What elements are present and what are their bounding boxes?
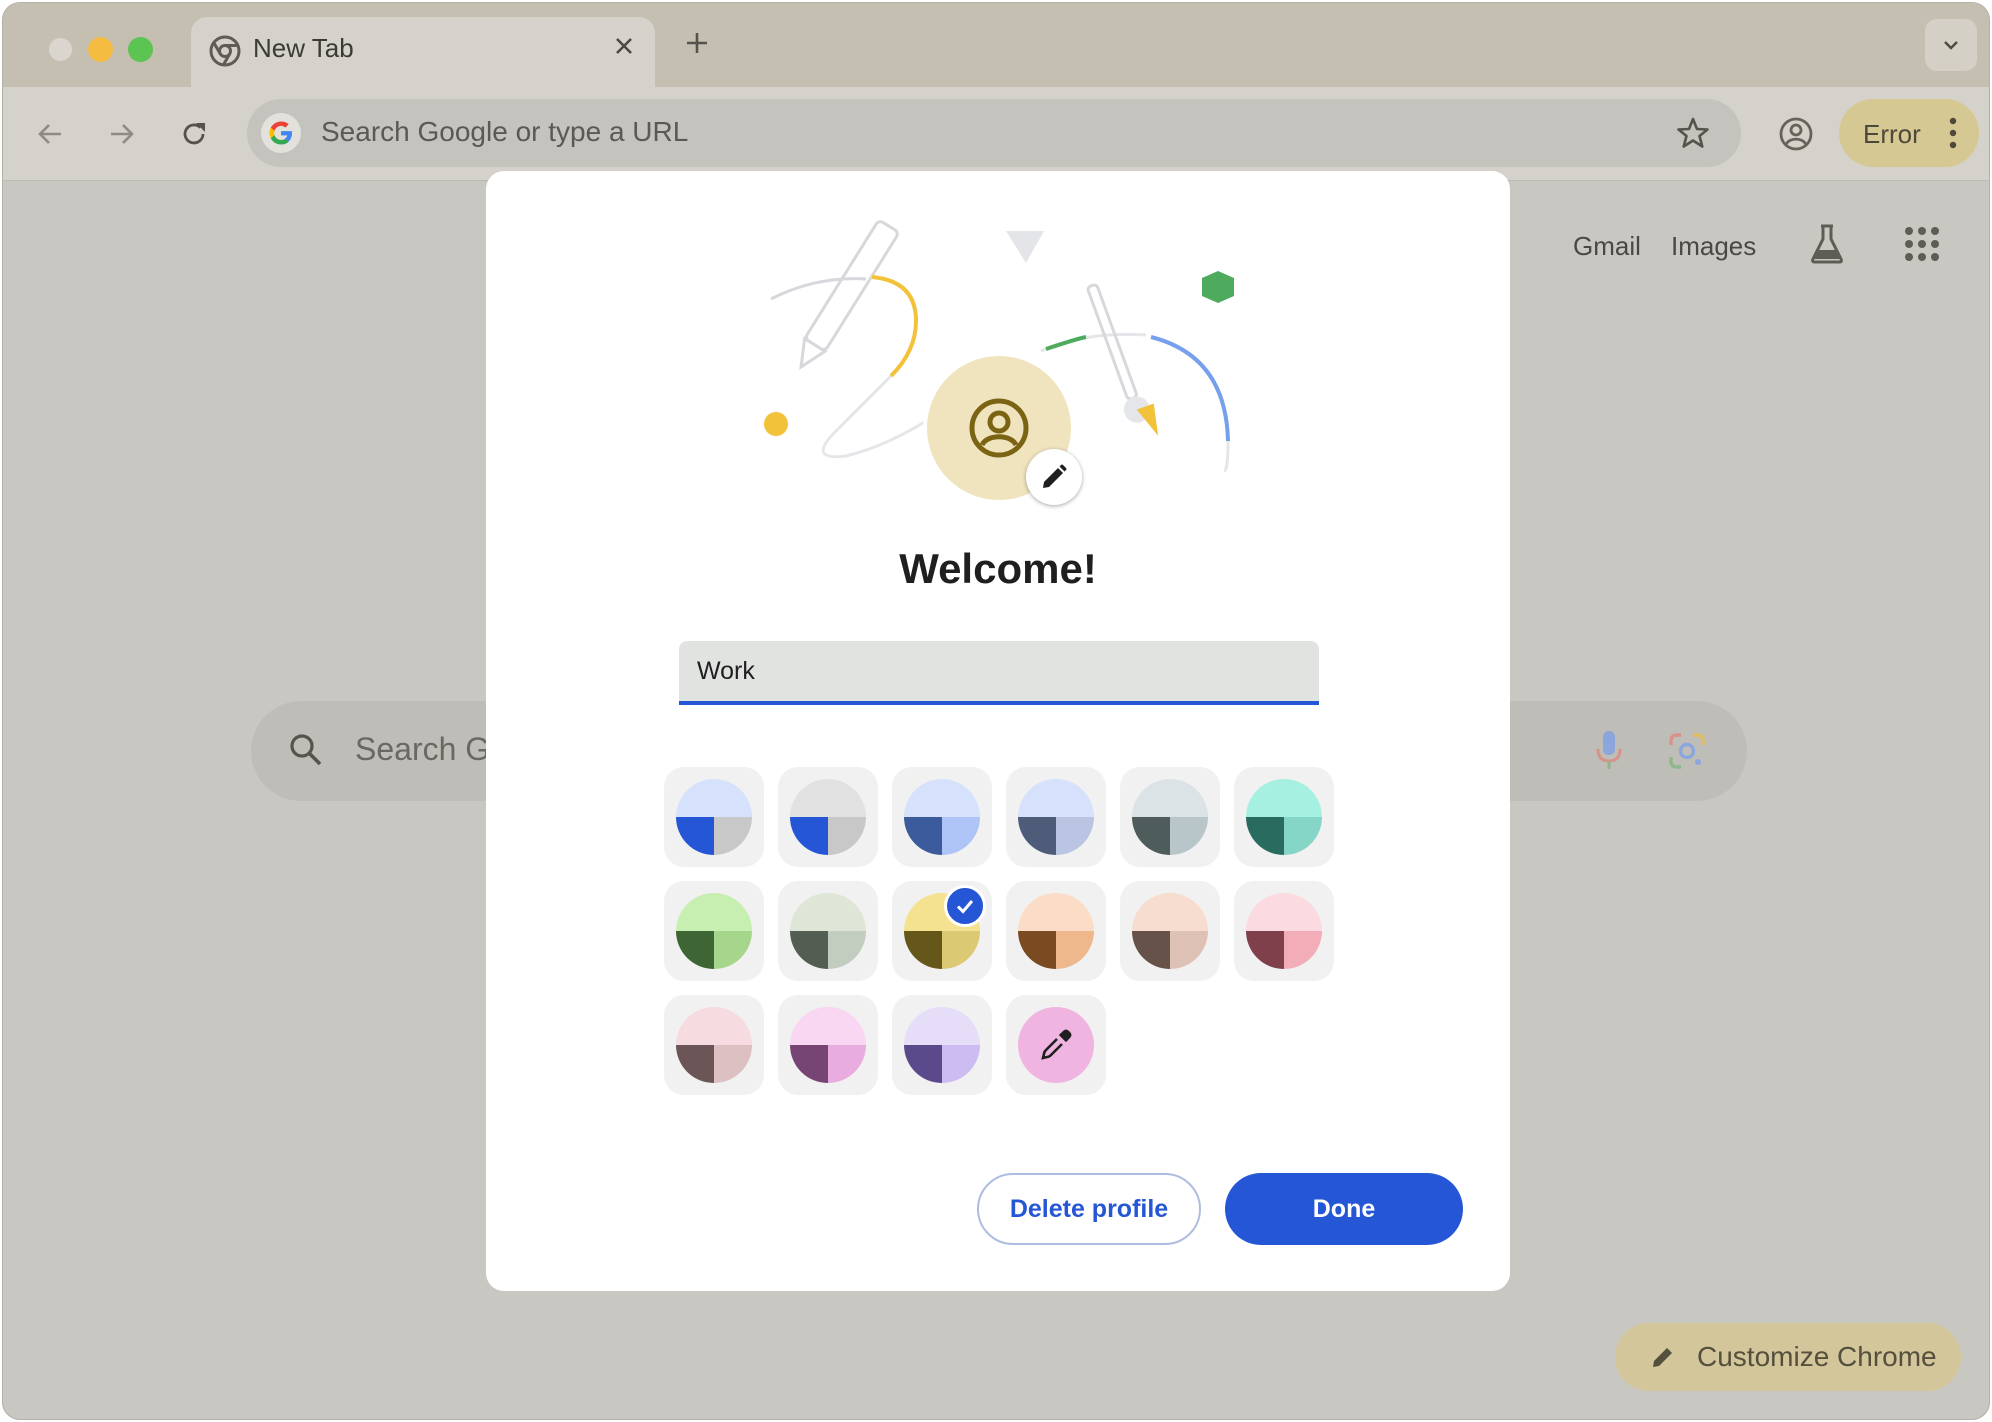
error-chip-button[interactable]: Error [1839,99,1979,167]
back-button[interactable] [27,111,73,157]
customize-chrome-label: Customize Chrome [1697,1341,1937,1372]
theme-swatch-preview [1018,893,1094,969]
theme-swatch-light-blue[interactable] [892,767,992,867]
check-icon [944,885,986,927]
theme-swatch-lavender[interactable] [892,995,992,1095]
toolbar: Search Google or type a URL Error [3,87,1989,181]
arrow-left-icon [38,124,61,144]
error-label: Error [1863,119,1921,149]
done-button[interactable]: Done [1225,1173,1463,1245]
theme-swatch-blue-grey[interactable] [664,767,764,867]
account-circle-icon [969,398,1029,458]
new-tab-button[interactable] [679,25,715,61]
browser-window: New Tab Search Google or type a URL Erro… [2,2,1990,1420]
profile-icon[interactable] [1773,111,1819,157]
theme-swatch-cool-grey[interactable] [1120,767,1220,867]
microphone-icon[interactable] [1595,729,1623,771]
star-icon[interactable] [1673,113,1713,153]
theme-swatch-beige[interactable] [1120,881,1220,981]
theme-swatch-preview [904,1007,980,1083]
close-icon[interactable] [609,31,639,61]
gmail-link[interactable]: Gmail [1573,231,1641,262]
theme-swatch-yellow[interactable] [892,881,992,981]
delete-profile-button[interactable]: Delete profile [977,1173,1201,1245]
google-lens-icon[interactable] [1667,731,1707,771]
forward-button[interactable] [99,111,145,157]
theme-swatch-pink[interactable] [778,995,878,1095]
theme-swatch-mauve[interactable] [664,995,764,1095]
edit-avatar-button[interactable] [1026,449,1082,505]
pencil-icon [1043,464,1067,488]
omnibox-placeholder: Search Google or type a URL [321,116,689,147]
pencil-icon [1653,1348,1672,1367]
theme-swatch-olive-grey[interactable] [778,881,878,981]
theme-swatch-preview [1246,893,1322,969]
customize-chrome-button[interactable]: Customize Chrome [1615,1323,1961,1391]
labs-flask-icon[interactable] [1809,223,1845,265]
google-g-icon [261,113,301,153]
eyedropper-icon [1018,1007,1094,1083]
theme-swatch-preview [1132,779,1208,855]
arrow-right-icon [111,124,134,144]
window-close-button[interactable] [48,37,73,62]
tab-strip: New Tab [3,3,1989,87]
chevron-down-icon [1944,41,1958,50]
theme-swatch-preview [1132,893,1208,969]
images-link[interactable]: Images [1671,231,1756,262]
omnibox[interactable]: Search Google or type a URL [247,99,1741,167]
theme-swatch-preview [1246,779,1322,855]
dialog-title: Welcome! [899,545,1097,592]
chrome-icon [209,35,241,67]
theme-swatch-aqua[interactable] [1234,767,1334,867]
theme-swatch-preview [676,1007,752,1083]
theme-swatch-rose[interactable] [1234,881,1334,981]
theme-swatch-preview [790,1007,866,1083]
theme-swatch-preview [1018,779,1094,855]
profile-customization-dialog: Welcome! Delete profile Done [486,171,1510,1291]
tab-title: New Tab [253,33,354,63]
search-icon [290,734,322,766]
window-maximize-button[interactable] [128,37,153,62]
reload-button[interactable] [171,111,217,157]
more-vert-icon [1949,117,1957,149]
theme-swatch-grey[interactable] [778,767,878,867]
tab-new-tab[interactable]: New Tab [191,17,655,87]
ntp-search-placeholder: Search G [355,731,491,767]
profile-name-input[interactable] [679,641,1319,705]
custom-color-picker-button[interactable] [1006,995,1106,1095]
theme-swatch-preview [676,779,752,855]
theme-swatch-preview [790,893,866,969]
reload-icon [183,123,205,145]
apps-grid-icon[interactable] [1903,225,1941,263]
theme-swatch-preview [790,779,866,855]
theme-swatch-preview [676,893,752,969]
theme-swatch-preview [904,779,980,855]
tab-search-button[interactable] [1925,19,1977,71]
theme-swatch-slate[interactable] [1006,767,1106,867]
theme-swatch-orange[interactable] [1006,881,1106,981]
window-minimize-button[interactable] [88,37,113,62]
theme-swatch-green[interactable] [664,881,764,981]
